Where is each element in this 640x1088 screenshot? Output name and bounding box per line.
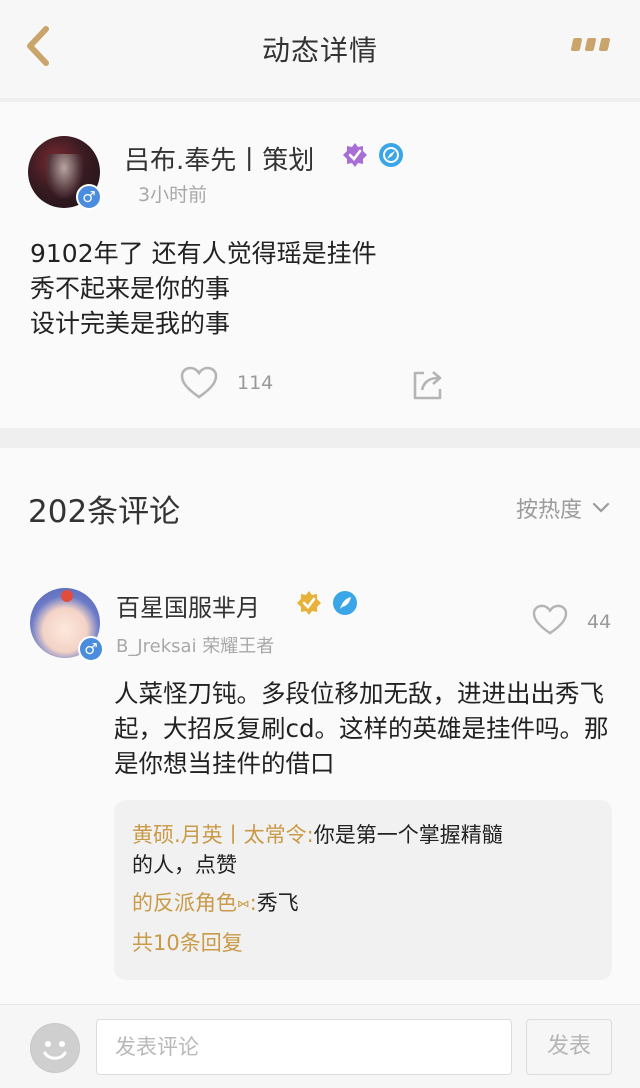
verified-badge-icon <box>343 143 367 167</box>
heart-icon[interactable] <box>532 604 568 636</box>
comment-text: 人菜怪刀钝。多段位移加无敌，进进出出秀飞起，大招反复刷cd。这样的英雄是挂件吗。… <box>114 679 609 778</box>
comment-bar: 发表 <box>0 1004 640 1088</box>
page-title: 动态详情 <box>261 34 378 67</box>
back-icon[interactable] <box>18 26 58 66</box>
heart-icon[interactable] <box>180 366 218 400</box>
reply-author[interactable]: 黄硕.月英丨太常令: <box>132 823 314 847</box>
post-line: 设计完美是我的事 <box>30 309 231 338</box>
post-line: 9102年了 还有人觉得瑶是挂件 <box>30 239 377 268</box>
chevron-down-icon <box>592 502 610 513</box>
gold-verified-badge-icon <box>297 591 321 615</box>
user-avatar <box>30 1023 80 1073</box>
compass-badge-icon <box>379 143 403 167</box>
comment-input[interactable] <box>96 1019 512 1075</box>
send-button[interactable]: 发表 <box>526 1019 612 1075</box>
post-line: 秀不起来是你的事 <box>30 274 231 303</box>
feather-badge-icon <box>333 591 357 615</box>
smiley-icon <box>31 1024 79 1072</box>
author-name[interactable]: 吕布.奉先丨策划 <box>124 140 314 177</box>
more-replies-link[interactable]: 共10条回复 <box>132 928 243 958</box>
post-time: 3小时前 <box>138 184 208 206</box>
apple-icon <box>61 590 73 602</box>
more-options-icon[interactable] <box>570 34 618 54</box>
comment-count: 202条评论 <box>28 494 181 530</box>
reply-item: 黄硕.月英丨太常令:你是第一个掌握精髓 <box>132 820 503 850</box>
post-content: 9102年了 还有人觉得瑶是挂件 秀不起来是你的事 设计完美是我的事 <box>30 236 377 341</box>
replies-box[interactable]: 黄硕.月英丨太常令:你是第一个掌握精髓 的人，点赞 的反派角色⑅:秀飞 共10条… <box>114 800 612 980</box>
reply-item: 的反派角色⑅:秀飞 <box>132 888 299 918</box>
male-gender-icon: ♂ <box>76 184 102 210</box>
sort-dropdown[interactable]: 按热度 <box>516 492 610 524</box>
male-gender-icon: ♂ <box>78 636 104 662</box>
like-count: 114 <box>237 372 274 394</box>
reply-text: 秀飞 <box>256 891 299 915</box>
comments-section: 202条评论 按热度 ♂ 百星国服芈月 B_Jreksai 荣耀王者 44 人菜… <box>0 448 640 1004</box>
top-bar: 动态详情 <box>0 0 640 98</box>
post-card: ♂ 吕布.奉先丨策划 3小时前 9102年了 还有人觉得瑶是挂件 秀不起来是你的… <box>0 102 640 428</box>
commenter-name[interactable]: 百星国服芈月 <box>116 588 260 623</box>
reply-text-continued: 的人，点赞 <box>132 853 237 877</box>
reply-text: 你是第一个掌握精髓 <box>313 823 503 847</box>
commenter-subtitle: B_Jreksai 荣耀王者 <box>116 636 275 657</box>
sort-label: 按热度 <box>515 498 582 523</box>
comment-like-count: 44 <box>587 611 612 633</box>
reply-author[interactable]: 的反派角色⑅: <box>132 891 257 915</box>
share-icon[interactable] <box>410 368 444 402</box>
